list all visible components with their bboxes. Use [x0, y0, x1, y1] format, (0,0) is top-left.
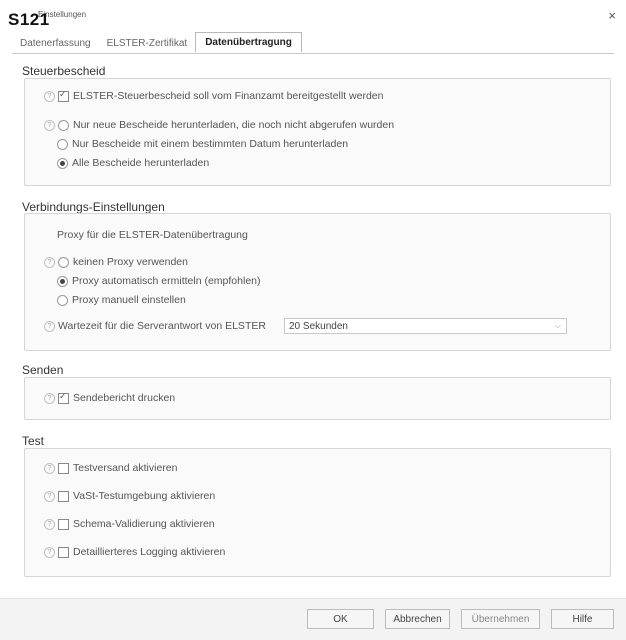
checkbox-label: VaSt-Testumgebung aktivieren	[73, 490, 216, 502]
row-sendebericht: ? Sendebericht drucken	[44, 391, 176, 404]
checkbox-label: Schema-Validierung aktivieren	[73, 518, 215, 530]
wartezeit-select[interactable]: 20 Sekunden ⌵	[284, 318, 567, 334]
screen-label: S121	[8, 10, 50, 29]
help-icon[interactable]: ?	[44, 490, 55, 502]
checkbox-label: Detaillierteres Logging aktivieren	[73, 546, 226, 558]
radio-row-alle: Alle Bescheide herunterladen	[44, 157, 209, 169]
checkbox-logging[interactable]	[58, 546, 69, 558]
radio-row-neue-bescheide: ? Nur neue Bescheide herunterladen, die …	[44, 119, 394, 131]
row-schema: ? Schema-Validierung aktivieren	[44, 518, 215, 530]
section-title-verbindung: Verbindungs-Einstellungen	[22, 200, 165, 214]
checkbox-vast[interactable]	[58, 490, 69, 502]
checkbox-sendebericht[interactable]	[58, 391, 69, 404]
checkbox-elster-bescheid[interactable]	[58, 89, 69, 102]
row-wartezeit: ? Wartezeit für die Serverantwort von EL…	[44, 320, 266, 332]
radio-row-proxy-manuell: Proxy manuell einstellen	[44, 294, 186, 306]
chevron-down-icon: ⌵	[554, 321, 561, 330]
proxy-heading: Proxy für die ELSTER-Datenübertragung	[57, 229, 248, 241]
radio-alle[interactable]	[57, 157, 68, 169]
help-button[interactable]: Hilfe	[551, 609, 614, 629]
apply-button[interactable]: Übernehmen	[461, 609, 540, 629]
radio-label: Nur Bescheide mit einem bestimmten Datum…	[72, 138, 349, 150]
row-elster-bescheid: ? ELSTER-Steuerbescheid soll vom Finanza…	[44, 89, 384, 102]
checkbox-schema[interactable]	[58, 518, 69, 530]
section-title-steuerbescheid: Steuerbescheid	[22, 64, 106, 78]
wartezeit-label: Wartezeit für die Serverantwort von ELST…	[58, 320, 266, 332]
row-testversand: ? Testversand aktivieren	[44, 462, 177, 474]
help-icon[interactable]: ?	[44, 546, 55, 558]
tab-bar: Datenerfassung ELSTER-Zertifikat Datenüb…	[12, 32, 302, 52]
tab-datenuebertragung[interactable]: Datenübertragung	[195, 32, 302, 52]
help-icon[interactable]: ?	[44, 320, 55, 332]
radio-kein-proxy[interactable]	[58, 256, 69, 268]
checkbox-label: Sendebericht drucken	[73, 392, 176, 404]
radio-datum[interactable]	[57, 138, 68, 150]
radio-row-kein-proxy: ? keinen Proxy verwenden	[44, 256, 188, 268]
wartezeit-value: 20 Sekunden	[289, 320, 348, 332]
radio-label: Nur neue Bescheide herunterladen, die no…	[73, 119, 395, 131]
radio-label: Proxy manuell einstellen	[72, 294, 186, 306]
radio-label: Alle Bescheide herunterladen	[72, 157, 210, 169]
radio-proxy-auto[interactable]	[57, 275, 68, 287]
radio-proxy-manuell[interactable]	[57, 294, 68, 306]
close-icon[interactable]: ×	[608, 8, 616, 23]
checkbox-testversand[interactable]	[58, 462, 69, 474]
tab-divider	[12, 53, 614, 54]
row-logging: ? Detaillierteres Logging aktivieren	[44, 546, 225, 558]
help-icon[interactable]: ?	[44, 256, 55, 268]
row-vast: ? VaSt-Testumgebung aktivieren	[44, 490, 215, 502]
ok-button[interactable]: OK	[307, 609, 374, 629]
checkbox-label: ELSTER-Steuerbescheid soll vom Finanzamt…	[73, 90, 384, 102]
proxy-label: Proxy für die ELSTER-Datenübertragung	[57, 229, 248, 241]
radio-row-proxy-auto: Proxy automatisch ermitteln (empfohlen)	[44, 275, 261, 287]
help-icon[interactable]: ?	[44, 518, 55, 530]
cancel-button[interactable]: Abbrechen	[385, 609, 450, 629]
section-title-test: Test	[22, 434, 45, 448]
radio-label: Proxy automatisch ermitteln (empfohlen)	[72, 275, 261, 287]
help-icon[interactable]: ?	[44, 462, 55, 474]
checkbox-label: Testversand aktivieren	[73, 462, 178, 474]
help-icon[interactable]: ?	[44, 119, 55, 131]
radio-neue-bescheide[interactable]	[58, 119, 69, 131]
tab-elster-zertifikat[interactable]: ELSTER-Zertifikat	[99, 35, 196, 52]
tab-datenerfassung[interactable]: Datenerfassung	[12, 35, 99, 52]
radio-row-datum: Nur Bescheide mit einem bestimmten Datum…	[44, 138, 348, 150]
section-title-senden: Senden	[22, 363, 64, 377]
help-icon[interactable]: ?	[44, 392, 55, 404]
radio-label: keinen Proxy verwenden	[73, 256, 188, 268]
help-icon[interactable]: ?	[44, 90, 55, 102]
